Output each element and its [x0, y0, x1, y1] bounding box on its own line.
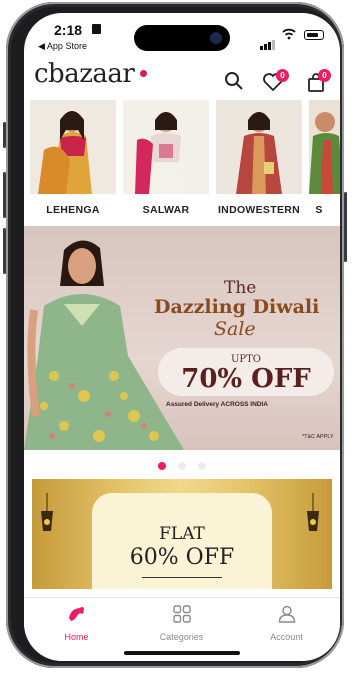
category-carousel: LEHENGA SALWAR INDOWESTERN S: [24, 100, 340, 230]
tab-label: Account: [270, 632, 303, 642]
cart-badge: 0: [318, 69, 331, 82]
battery-icon: [304, 30, 324, 40]
tab-home[interactable]: Home: [24, 604, 129, 642]
tab-label: Categories: [159, 632, 204, 642]
diwali-sale-banner[interactable]: The Dazzling Diwali Sale UPTO 70% OFF As…: [24, 226, 340, 450]
power-button: [344, 192, 347, 262]
home-indicator: [124, 651, 240, 655]
tab-label: Home: [64, 632, 89, 642]
category-image: [216, 100, 302, 194]
back-to-app-store[interactable]: ◀ App Store: [38, 41, 87, 52]
carousel-dot-3[interactable]: [198, 462, 207, 470]
category-lehenga[interactable]: LEHENGA: [30, 100, 116, 216]
grid-icon: [172, 605, 191, 623]
search-icon[interactable]: [224, 71, 244, 91]
category-label: INDOWESTERN: [217, 204, 301, 216]
dynamic-island: [134, 25, 230, 51]
banner-title: Dazzling Diwali: [154, 296, 320, 318]
user-icon: [278, 605, 295, 623]
phone-frame: 2:18 ◀ App Store cbazaar 0 0 LEHENGA SAL…: [3, 2, 347, 668]
sim-icon: [92, 24, 101, 34]
carousel-dot-1[interactable]: [157, 462, 166, 470]
category-salwar[interactable]: SALWAR: [123, 100, 209, 216]
banner-delivery: Assured Delivery ACROSS INDIA: [166, 401, 268, 408]
app-header: cbazaar 0 0: [24, 57, 340, 97]
cellular-signal-icon: [260, 32, 276, 50]
banner-discount: 70% OFF: [181, 364, 311, 394]
tab-categories[interactable]: Categories: [129, 604, 234, 642]
category-label: SALWAR: [142, 204, 190, 216]
banner-sale: Sale: [214, 318, 256, 340]
cbazaar-logo[interactable]: cbazaar: [34, 59, 135, 89]
volume-down-button: [3, 228, 6, 274]
category-image: [30, 100, 116, 194]
status-bar: 2:18 ◀ App Store: [24, 13, 340, 53]
status-time: 2:18: [54, 22, 83, 38]
wifi-icon: [282, 28, 296, 40]
discount-pill: UPTO 70% OFF: [158, 348, 334, 396]
category-image: [123, 100, 209, 194]
promo-flat: FLAT: [159, 524, 205, 544]
banner-the: The: [224, 278, 257, 298]
logo-dot: [140, 70, 147, 77]
category-partial[interactable]: S: [309, 100, 340, 216]
cart-button[interactable]: 0: [306, 69, 332, 93]
wishlist-badge: 0: [276, 69, 289, 82]
promo-discount: 60% OFF: [129, 545, 235, 570]
tab-account[interactable]: Account: [234, 604, 339, 642]
mute-switch: [3, 122, 6, 148]
carousel-pagination: [24, 457, 340, 470]
volume-up-button: [3, 172, 6, 218]
wishlist-button[interactable]: 0: [262, 69, 289, 93]
category-label: S: [315, 204, 323, 216]
camera-icon: [210, 32, 222, 44]
category-indowestern[interactable]: INDOWESTERN: [216, 100, 302, 216]
model-image: [24, 240, 184, 450]
carousel-dot-2[interactable]: [178, 462, 186, 470]
promo-divider: [142, 577, 222, 578]
app-screen: 2:18 ◀ App Store cbazaar 0 0 LEHENGA SAL…: [24, 13, 340, 661]
banner-terms: *T&C APPLY: [302, 434, 334, 440]
category-label: LEHENGA: [46, 204, 100, 216]
category-image: [309, 100, 340, 194]
flat-offer-banner[interactable]: FLAT 60% OFF: [32, 479, 332, 589]
home-icon: [68, 607, 84, 621]
